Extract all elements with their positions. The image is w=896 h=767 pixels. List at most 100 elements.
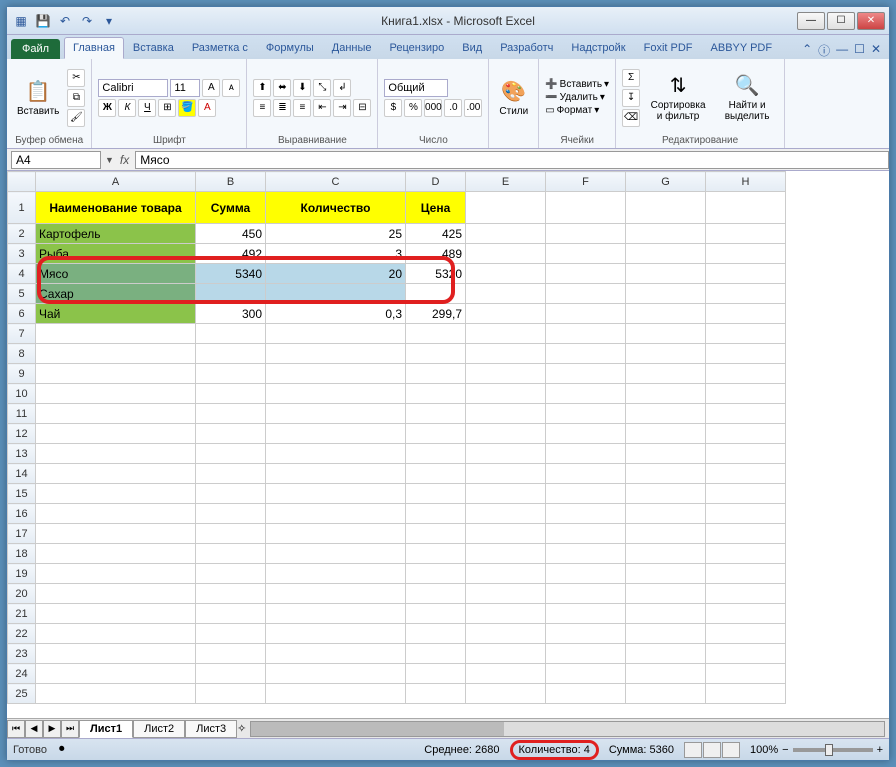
cell[interactable] [406, 364, 466, 384]
cell[interactable] [406, 324, 466, 344]
cell[interactable] [466, 504, 546, 524]
cell[interactable] [466, 484, 546, 504]
cell[interactable] [546, 684, 626, 704]
cell[interactable] [36, 684, 196, 704]
cell[interactable] [196, 384, 266, 404]
cell[interactable] [266, 624, 406, 644]
italic-button[interactable]: К [118, 99, 136, 117]
cell[interactable] [466, 584, 546, 604]
cell[interactable] [626, 604, 706, 624]
cell[interactable] [406, 424, 466, 444]
row-header[interactable]: 15 [8, 484, 36, 504]
cell[interactable] [36, 564, 196, 584]
cell[interactable] [546, 304, 626, 324]
cell[interactable] [706, 284, 786, 304]
doc-min-icon[interactable]: — [836, 42, 848, 59]
cell[interactable] [466, 224, 546, 244]
cut-icon[interactable]: ✂ [67, 69, 85, 87]
cell[interactable] [546, 624, 626, 644]
cell[interactable]: 450 [196, 224, 266, 244]
view-normal-icon[interactable] [684, 742, 702, 758]
cell[interactable] [626, 504, 706, 524]
cell[interactable] [706, 684, 786, 704]
tab-data[interactable]: Данные [323, 37, 381, 59]
cell[interactable] [406, 664, 466, 684]
sheet-tab-1[interactable]: Лист1 [79, 720, 133, 738]
cell[interactable] [626, 444, 706, 464]
cell[interactable] [266, 324, 406, 344]
cell[interactable] [706, 604, 786, 624]
sort-filter-button[interactable]: ⇅ Сортировка и фильтр [644, 62, 712, 133]
cell[interactable]: Рыба [36, 244, 196, 264]
row-header[interactable]: 21 [8, 604, 36, 624]
macro-record-icon[interactable]: ⏺ [59, 743, 65, 756]
cell[interactable] [266, 424, 406, 444]
cell[interactable] [36, 504, 196, 524]
cell[interactable] [706, 404, 786, 424]
cell[interactable]: 489 [406, 244, 466, 264]
cell[interactable] [466, 404, 546, 424]
cell[interactable] [626, 264, 706, 284]
cell[interactable] [406, 604, 466, 624]
cell[interactable] [466, 564, 546, 584]
cell[interactable]: 0,3 [266, 304, 406, 324]
row-header[interactable]: 9 [8, 364, 36, 384]
cell[interactable] [466, 544, 546, 564]
format-cells-button[interactable]: ▭Формат ▾ [545, 105, 609, 116]
cell[interactable] [546, 464, 626, 484]
cell[interactable] [626, 192, 706, 224]
cell[interactable] [466, 324, 546, 344]
zoom-slider[interactable] [793, 748, 873, 752]
cell[interactable] [466, 264, 546, 284]
cell[interactable] [706, 544, 786, 564]
cell[interactable] [706, 224, 786, 244]
cell[interactable] [626, 344, 706, 364]
cell[interactable] [266, 344, 406, 364]
cell[interactable] [406, 624, 466, 644]
row-header[interactable]: 14 [8, 464, 36, 484]
undo-icon[interactable]: ↶ [55, 11, 75, 31]
inc-decimal-icon[interactable]: .0 [444, 99, 462, 117]
sheet-tab-3[interactable]: Лист3 [185, 720, 237, 738]
cell[interactable] [36, 464, 196, 484]
bold-button[interactable]: Ж [98, 99, 116, 117]
cell[interactable] [706, 484, 786, 504]
cell[interactable] [196, 484, 266, 504]
cell[interactable] [196, 364, 266, 384]
cell[interactable]: Наименование товара [36, 192, 196, 224]
cell[interactable] [706, 364, 786, 384]
cell[interactable] [406, 684, 466, 704]
cell[interactable]: 299,7 [406, 304, 466, 324]
cell[interactable] [626, 484, 706, 504]
tab-developer[interactable]: Разработч [491, 37, 562, 59]
cell[interactable] [406, 284, 466, 304]
cell[interactable] [196, 424, 266, 444]
cell[interactable] [466, 304, 546, 324]
minimize-button[interactable]: — [797, 12, 825, 30]
row-header[interactable]: 7 [8, 324, 36, 344]
cell[interactable] [406, 384, 466, 404]
cell[interactable] [266, 444, 406, 464]
cell[interactable] [706, 444, 786, 464]
delete-cells-button[interactable]: ➖Удалить ▾ [545, 92, 609, 103]
shrink-font-icon[interactable]: ᴀ [222, 79, 240, 97]
number-format-combo[interactable]: Общий [384, 79, 448, 97]
cell[interactable] [196, 324, 266, 344]
row-header[interactable]: 25 [8, 684, 36, 704]
row-header[interactable]: 20 [8, 584, 36, 604]
cell[interactable] [266, 504, 406, 524]
cell[interactable] [626, 524, 706, 544]
cell[interactable] [266, 644, 406, 664]
tab-view[interactable]: Вид [453, 37, 491, 59]
cell[interactable] [546, 264, 626, 284]
tab-insert[interactable]: Вставка [124, 37, 183, 59]
find-select-button[interactable]: 🔍 Найти и выделить [716, 62, 778, 133]
font-name-combo[interactable]: Calibri [98, 79, 168, 97]
sheet-tab-2[interactable]: Лист2 [133, 720, 185, 738]
cell[interactable] [36, 524, 196, 544]
insert-cells-button[interactable]: ➕Вставить ▾ [545, 79, 609, 90]
col-header-H[interactable]: H [706, 172, 786, 192]
view-layout-icon[interactable] [703, 742, 721, 758]
cell[interactable] [546, 324, 626, 344]
cell[interactable] [626, 684, 706, 704]
